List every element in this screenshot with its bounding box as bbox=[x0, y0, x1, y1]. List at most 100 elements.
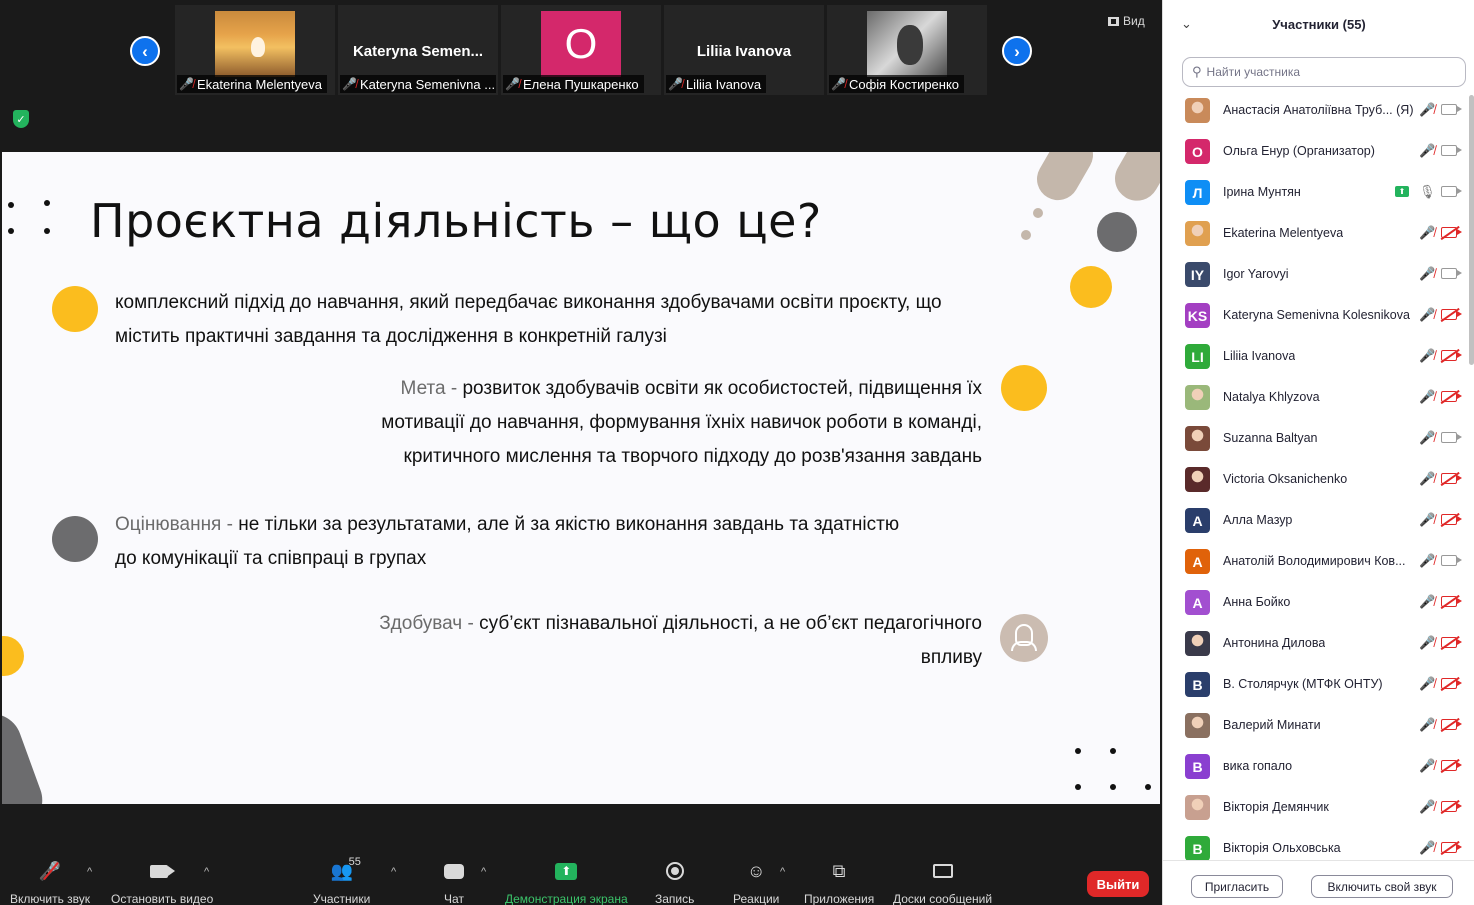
video-off-icon[interactable] bbox=[1441, 514, 1462, 525]
previous-page-arrow-icon[interactable]: ‹ bbox=[130, 36, 160, 66]
mic-muted-icon[interactable]: 🎤̸ bbox=[1419, 471, 1435, 487]
participant-row[interactable]: Natalya Khlyzova 🎤̸ bbox=[1163, 377, 1469, 418]
participant-row[interactable]: Ввика гопало 🎤̸ bbox=[1163, 746, 1469, 787]
video-off-icon[interactable] bbox=[1441, 309, 1462, 320]
stop-video-button[interactable]: Остановить видео bbox=[111, 860, 213, 905]
share-screen-button[interactable]: ⬆ Демонстрация экрана bbox=[505, 860, 628, 905]
mic-muted-icon[interactable]: 🎤̸ bbox=[1419, 430, 1435, 446]
participant-row[interactable]: В Вікторія Ольховська 🎤̸ bbox=[1163, 828, 1469, 860]
search-icon: ⚲ bbox=[1192, 64, 1202, 79]
video-off-icon[interactable] bbox=[1441, 678, 1462, 689]
unmute-button[interactable]: 🎤 Включить звук bbox=[10, 860, 90, 905]
participants-button[interactable]: 👥 55 Участники bbox=[313, 856, 370, 905]
participant-photo-avatar bbox=[1185, 385, 1210, 410]
decor-dot bbox=[1110, 748, 1116, 754]
video-camera-icon[interactable] bbox=[1441, 145, 1462, 156]
mic-icon[interactable]: 🎙 bbox=[1419, 184, 1436, 200]
audio-options-chevron-up-icon[interactable]: ^ bbox=[87, 866, 92, 878]
participant-row[interactable]: Ekaterina Melentyeva 🎤̸ bbox=[1163, 213, 1469, 254]
video-off-icon[interactable] bbox=[1441, 842, 1462, 853]
whiteboards-button[interactable]: Доски сообщений bbox=[893, 860, 992, 905]
slide-paragraph-definition: комплексний підхід до навчання, який пер… bbox=[115, 292, 942, 347]
participant-row[interactable]: О Ольга Енур (Организатор) 🎤̸ bbox=[1163, 131, 1469, 172]
video-off-icon[interactable] bbox=[1441, 760, 1462, 771]
participant-list-scrollbar[interactable] bbox=[1469, 95, 1474, 365]
mic-muted-icon[interactable]: 🎤̸ bbox=[1419, 348, 1435, 364]
participant-row[interactable]: Suzanna Baltyan 🎤̸ bbox=[1163, 418, 1469, 459]
mic-muted-icon[interactable]: 🎤̸ bbox=[1419, 635, 1435, 651]
video-off-icon[interactable] bbox=[1441, 350, 1462, 361]
reactions-button[interactable]: ☺ Реакции bbox=[733, 860, 779, 905]
video-options-chevron-up-icon[interactable]: ^ bbox=[204, 866, 209, 878]
chat-options-chevron-up-icon[interactable]: ^ bbox=[481, 866, 486, 878]
participants-options-chevron-up-icon[interactable]: ^ bbox=[391, 866, 396, 878]
video-camera-icon[interactable] bbox=[1441, 268, 1462, 279]
chat-bubble-icon bbox=[439, 860, 469, 882]
video-thumbnail[interactable]: 🎤̸ Софія Костиренко bbox=[827, 5, 987, 95]
mic-muted-icon[interactable]: 🎤̸ bbox=[1419, 143, 1435, 159]
video-off-icon[interactable] bbox=[1441, 473, 1462, 484]
participant-photo bbox=[867, 11, 947, 77]
participant-initial-avatar: О bbox=[1185, 139, 1210, 164]
participant-row[interactable]: KS Kateryna Semenivna Kolesnikova 🎤̸ bbox=[1163, 295, 1469, 336]
apps-button[interactable]: ⧉ Приложения bbox=[804, 860, 874, 905]
video-off-icon[interactable] bbox=[1441, 227, 1462, 238]
video-thumbnail[interactable]: О 🎤̸ Елена Пушкаренко bbox=[501, 5, 661, 95]
leave-meeting-button[interactable]: Выйти bbox=[1087, 871, 1149, 897]
participant-row[interactable]: А Анатолій Володимирович Ков... 🎤̸ bbox=[1163, 541, 1469, 582]
participant-row[interactable]: Вікторія Демянчик 🎤̸ bbox=[1163, 787, 1469, 828]
mic-muted-icon[interactable]: 🎤̸ bbox=[1419, 102, 1435, 118]
participant-row[interactable]: Л Ірина Мунтян ⬆ 🎙 bbox=[1163, 172, 1469, 213]
video-thumbnail[interactable]: Kateryna Semen... 🎤̸ Kateryna Semenivna … bbox=[338, 5, 498, 95]
unmute-self-button[interactable]: Включить свой звук bbox=[1311, 875, 1453, 898]
video-off-icon[interactable] bbox=[1441, 719, 1462, 730]
video-thumbnail[interactable]: 🎤̸ Ekaterina Melentyeva bbox=[175, 5, 335, 95]
video-camera-icon[interactable] bbox=[1441, 555, 1462, 566]
video-off-icon[interactable] bbox=[1441, 637, 1462, 648]
view-button[interactable]: Вид bbox=[1108, 14, 1145, 28]
participant-row[interactable]: А Алла Мазур 🎤̸ bbox=[1163, 500, 1469, 541]
mic-muted-icon[interactable]: 🎤̸ bbox=[1419, 266, 1435, 282]
video-camera-icon[interactable] bbox=[1441, 432, 1462, 443]
encryption-shield-icon[interactable]: ✓ bbox=[13, 110, 29, 128]
next-page-arrow-icon[interactable]: › bbox=[1002, 36, 1032, 66]
video-camera-icon[interactable] bbox=[1441, 186, 1462, 197]
participant-row[interactable]: Victoria Oksanichenko 🎤̸ bbox=[1163, 459, 1469, 500]
video-off-icon[interactable] bbox=[1441, 391, 1462, 402]
mic-muted-icon[interactable]: 🎤̸ bbox=[1419, 758, 1435, 774]
thumbnail-name: Kateryna Semen... bbox=[352, 43, 484, 60]
participant-row[interactable]: А Анна Бойко 🎤̸ bbox=[1163, 582, 1469, 623]
chat-button[interactable]: Чат bbox=[439, 860, 469, 905]
mic-muted-icon[interactable]: 🎤̸ bbox=[1419, 307, 1435, 323]
invite-button[interactable]: Пригласить bbox=[1191, 875, 1283, 898]
video-thumbnail[interactable]: Liliia Ivanova 🎤̸ Liliia Ivanova bbox=[664, 5, 824, 95]
panel-title: Участники (55) bbox=[1272, 17, 1366, 32]
mic-muted-icon[interactable]: 🎤̸ bbox=[1419, 799, 1435, 815]
mic-muted-icon[interactable]: 🎤̸ bbox=[1419, 225, 1435, 241]
mic-muted-icon[interactable]: 🎤̸ bbox=[1419, 594, 1435, 610]
participant-row[interactable]: IY Igor Yarovyi 🎤̸ bbox=[1163, 254, 1469, 295]
mic-muted-icon: 🎤̸ bbox=[342, 77, 357, 91]
participant-search-input[interactable] bbox=[1206, 65, 1447, 79]
participant-row[interactable]: LI Liliia Ivanova 🎤̸ bbox=[1163, 336, 1469, 377]
meeting-toolbar: 🎤 Включить звук ^ Остановить видео ^ 👥55… bbox=[0, 804, 1162, 905]
participant-row[interactable]: Антонина Дилова 🎤̸ bbox=[1163, 623, 1469, 664]
mic-muted-icon[interactable]: 🎤̸ bbox=[1419, 553, 1435, 569]
mic-muted-icon[interactable]: 🎤̸ bbox=[1419, 512, 1435, 528]
bullet-dot bbox=[1001, 365, 1047, 411]
participant-row[interactable]: В В. Столярчук (МТФК ОНТУ) 🎤̸ bbox=[1163, 664, 1469, 705]
participant-row[interactable]: Анастасія Анатоліївна Труб... (Я) 🎤̸ bbox=[1163, 90, 1469, 131]
video-off-icon[interactable] bbox=[1441, 596, 1462, 607]
participant-initial-avatar: Л bbox=[1185, 180, 1210, 205]
participant-row[interactable]: Валерий Минати 🎤̸ bbox=[1163, 705, 1469, 746]
video-camera-icon[interactable] bbox=[1441, 104, 1462, 115]
video-off-icon[interactable] bbox=[1441, 801, 1462, 812]
record-button[interactable]: Запись bbox=[655, 860, 694, 905]
reactions-options-chevron-up-icon[interactable]: ^ bbox=[780, 866, 785, 878]
mic-muted-icon[interactable]: 🎤̸ bbox=[1419, 389, 1435, 405]
mic-muted-icon[interactable]: 🎤̸ bbox=[1419, 840, 1435, 856]
decor-dot bbox=[1070, 266, 1112, 308]
participant-search-box[interactable]: ⚲ bbox=[1182, 57, 1466, 87]
mic-muted-icon[interactable]: 🎤̸ bbox=[1419, 676, 1435, 692]
mic-muted-icon[interactable]: 🎤̸ bbox=[1419, 717, 1435, 733]
